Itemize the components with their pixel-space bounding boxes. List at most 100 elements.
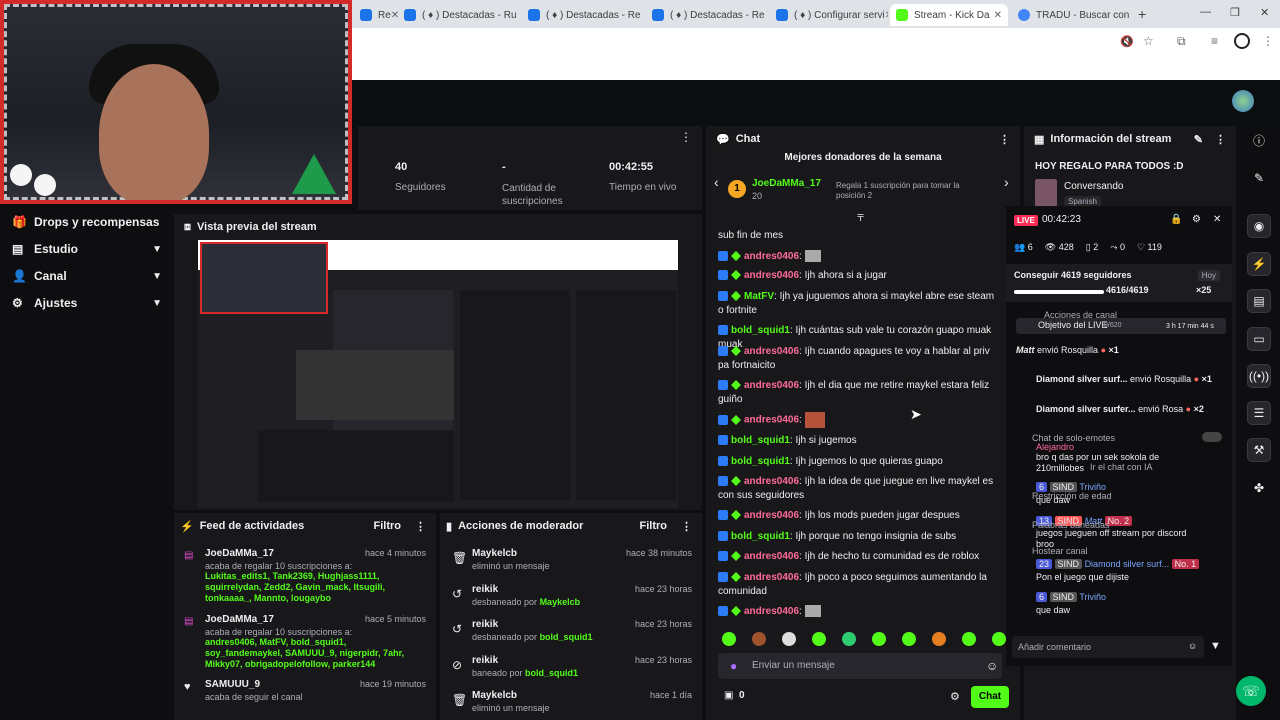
nav-drops[interactable]: 🎁 Drops y recompensas xyxy=(12,215,162,229)
browser-tab[interactable]: ( ♦ ) Destacadas - Re✕ xyxy=(522,4,640,26)
emote-icon[interactable] xyxy=(902,632,916,646)
subs-label: Cantidad de suscripciones xyxy=(502,183,563,207)
edit-icon[interactable]: ✎ xyxy=(1194,133,1203,146)
menu-age[interactable]: Restricción de edad xyxy=(1032,491,1112,502)
info-menu-icon[interactable]: ⋮ xyxy=(1215,133,1226,146)
feed-item: ▤ JoeDaMMa_17 hace 4 minutos acaba de re… xyxy=(184,548,426,603)
browser-tab[interactable]: Re ✕ xyxy=(354,4,398,26)
donor-rank-badge: 1 xyxy=(728,180,746,198)
extensions-icon[interactable]: ⧉ xyxy=(1177,34,1186,49)
nav-canal[interactable]: 👤 Canal ▼ xyxy=(12,269,162,283)
browser-tab-active[interactable]: Stream - Kick Da ✕ xyxy=(890,4,1008,26)
bookmark-star-icon[interactable]: ☆ xyxy=(1143,34,1154,48)
chat-settings-icon[interactable]: ⚙ xyxy=(950,690,960,703)
settings-icon[interactable]: ⚙ xyxy=(1192,214,1201,225)
preview-video[interactable] xyxy=(198,240,678,508)
chat-message: sub fin de mes xyxy=(718,230,784,241)
nav-ajustes[interactable]: ⚙ Ajustes ▼ xyxy=(12,296,162,310)
christmas-tree-icon xyxy=(292,154,336,194)
emote-icon[interactable] xyxy=(812,632,826,646)
filter-icon[interactable]: ▼ xyxy=(1210,640,1221,652)
feed-filter-button[interactable]: Filtro xyxy=(374,520,402,532)
browser-tab[interactable]: ( ♦ ) Configurar servi✕ xyxy=(770,4,888,26)
goal-progress-bar xyxy=(1014,290,1104,294)
puzzle-icon[interactable]: ✤ xyxy=(1247,476,1271,500)
emote-icon[interactable] xyxy=(782,632,796,646)
close-tab-icon[interactable]: ✕ xyxy=(391,10,398,21)
points-icon[interactable]: ▣ xyxy=(724,690,733,701)
new-tab-button[interactable]: + xyxy=(1138,6,1146,22)
sub-badge-icon xyxy=(731,606,741,617)
mod-filter-button[interactable]: Filtro xyxy=(640,520,668,532)
share-icon: ⤳ xyxy=(1110,242,1118,252)
overlay-chat-text: Pon el juego que dijiste xyxy=(1036,572,1130,582)
chat-message: andres0406: xyxy=(718,250,1000,264)
chat-input[interactable]: ● Enviar un mensaje ☺ xyxy=(718,653,1002,679)
minimize-icon[interactable]: — xyxy=(1200,6,1211,18)
user-avatar[interactable] xyxy=(1232,90,1254,112)
mute-icon[interactable]: 🔇 xyxy=(1120,35,1134,48)
mod-menu-icon[interactable]: ⋮ xyxy=(681,520,692,533)
close-tab-icon[interactable]: ✕ xyxy=(994,10,1002,21)
mic-icon[interactable]: ● xyxy=(730,659,737,673)
emote-icon[interactable] xyxy=(722,632,736,646)
overlay-chat-row: 6 SIND Triviño xyxy=(1036,592,1106,603)
chat-message: bold_squid1: Ijh si jugemos xyxy=(718,434,1000,448)
emote-icon[interactable] xyxy=(872,632,886,646)
layers-icon[interactable]: ☰ xyxy=(1247,401,1271,425)
donut-icon: ● xyxy=(1193,374,1200,384)
close-tab-icon[interactable]: ✕ xyxy=(885,10,888,21)
browser-tab[interactable]: ( ♦ ) Destacadas - Ru✕ xyxy=(398,4,516,26)
help-icon[interactable]: ⓘ xyxy=(1247,128,1271,152)
emoji-icon[interactable]: ☺ xyxy=(986,659,998,673)
close-overlay-icon[interactable]: ✕ xyxy=(1213,214,1221,225)
broadcast-icon[interactable]: ((•)) xyxy=(1247,364,1271,388)
goal-progress-fill xyxy=(1014,290,1104,294)
tools-icon[interactable]: ⚒ xyxy=(1247,438,1271,462)
camera-icon[interactable]: ◉ xyxy=(1247,214,1271,238)
chat-menu-icon[interactable]: ⋮ xyxy=(999,133,1010,146)
kick-badge-icon xyxy=(718,291,728,302)
gift-icon: 🎁 xyxy=(12,215,27,229)
kick-favicon-icon xyxy=(896,9,908,21)
feed-menu-icon[interactable]: ⋮ xyxy=(415,520,426,533)
views-stat: 👁 428 xyxy=(1044,242,1074,252)
browser-tab[interactable]: ( ♦ ) Destacadas - Re✕ xyxy=(646,4,764,26)
next-donor-icon[interactable]: › xyxy=(1004,174,1009,190)
pin-icon[interactable]: 〒 xyxy=(856,211,865,224)
preview-icon: ⧈ xyxy=(184,220,191,233)
stats-menu-icon[interactable]: ⋮ xyxy=(680,130,692,144)
maximize-icon[interactable]: ❐ xyxy=(1230,6,1240,19)
nav-studio[interactable]: ▤ Estudio ▼ xyxy=(12,242,162,256)
lightning-icon[interactable]: ⚡ xyxy=(1247,252,1271,276)
media-icon[interactable]: ≡ xyxy=(1211,34,1218,48)
chat-icon[interactable]: ▭ xyxy=(1247,327,1271,351)
menu-host[interactable]: Hostear canal xyxy=(1032,546,1088,557)
emoji-icon[interactable]: ☺ xyxy=(1188,641,1197,652)
close-tab-icon[interactable]: ✕ xyxy=(1129,10,1130,21)
emote-icon[interactable] xyxy=(992,632,1006,646)
support-chat-button[interactable]: ☏ xyxy=(1236,676,1266,706)
kick-badge-icon xyxy=(718,435,728,446)
google-favicon-icon xyxy=(1018,9,1030,21)
tab-favicon-icon xyxy=(652,9,664,21)
emote-icon[interactable] xyxy=(842,632,856,646)
donor-name: JoeDaMMa_17 xyxy=(752,178,821,189)
close-window-icon[interactable]: ✕ xyxy=(1260,6,1269,19)
comment-input[interactable]: Añadir comentario ☺ xyxy=(1012,636,1204,658)
profile-icon[interactable] xyxy=(1234,33,1250,49)
document-icon[interactable]: ▤ xyxy=(1247,289,1271,313)
sub-badge-icon xyxy=(731,572,741,583)
emote-icon[interactable] xyxy=(932,632,946,646)
lock-icon[interactable]: 🔒 xyxy=(1170,214,1182,225)
send-chat-button[interactable]: Chat xyxy=(971,686,1009,708)
goal-box: Conseguir 4619 seguidores Hoy 4616/4619 … xyxy=(1006,264,1232,302)
emotes-toggle[interactable] xyxy=(1202,432,1222,442)
emote-icon[interactable] xyxy=(752,632,766,646)
menu-dots-icon[interactable]: ⋮ xyxy=(1262,34,1274,48)
emote-icon[interactable] xyxy=(962,632,976,646)
studio-icon: ▤ xyxy=(12,242,24,256)
prev-donor-icon[interactable]: ‹ xyxy=(714,174,719,190)
browser-tab[interactable]: TRADU - Buscar con✕ xyxy=(1012,4,1130,26)
edit-icon[interactable]: ✎ xyxy=(1247,166,1271,190)
